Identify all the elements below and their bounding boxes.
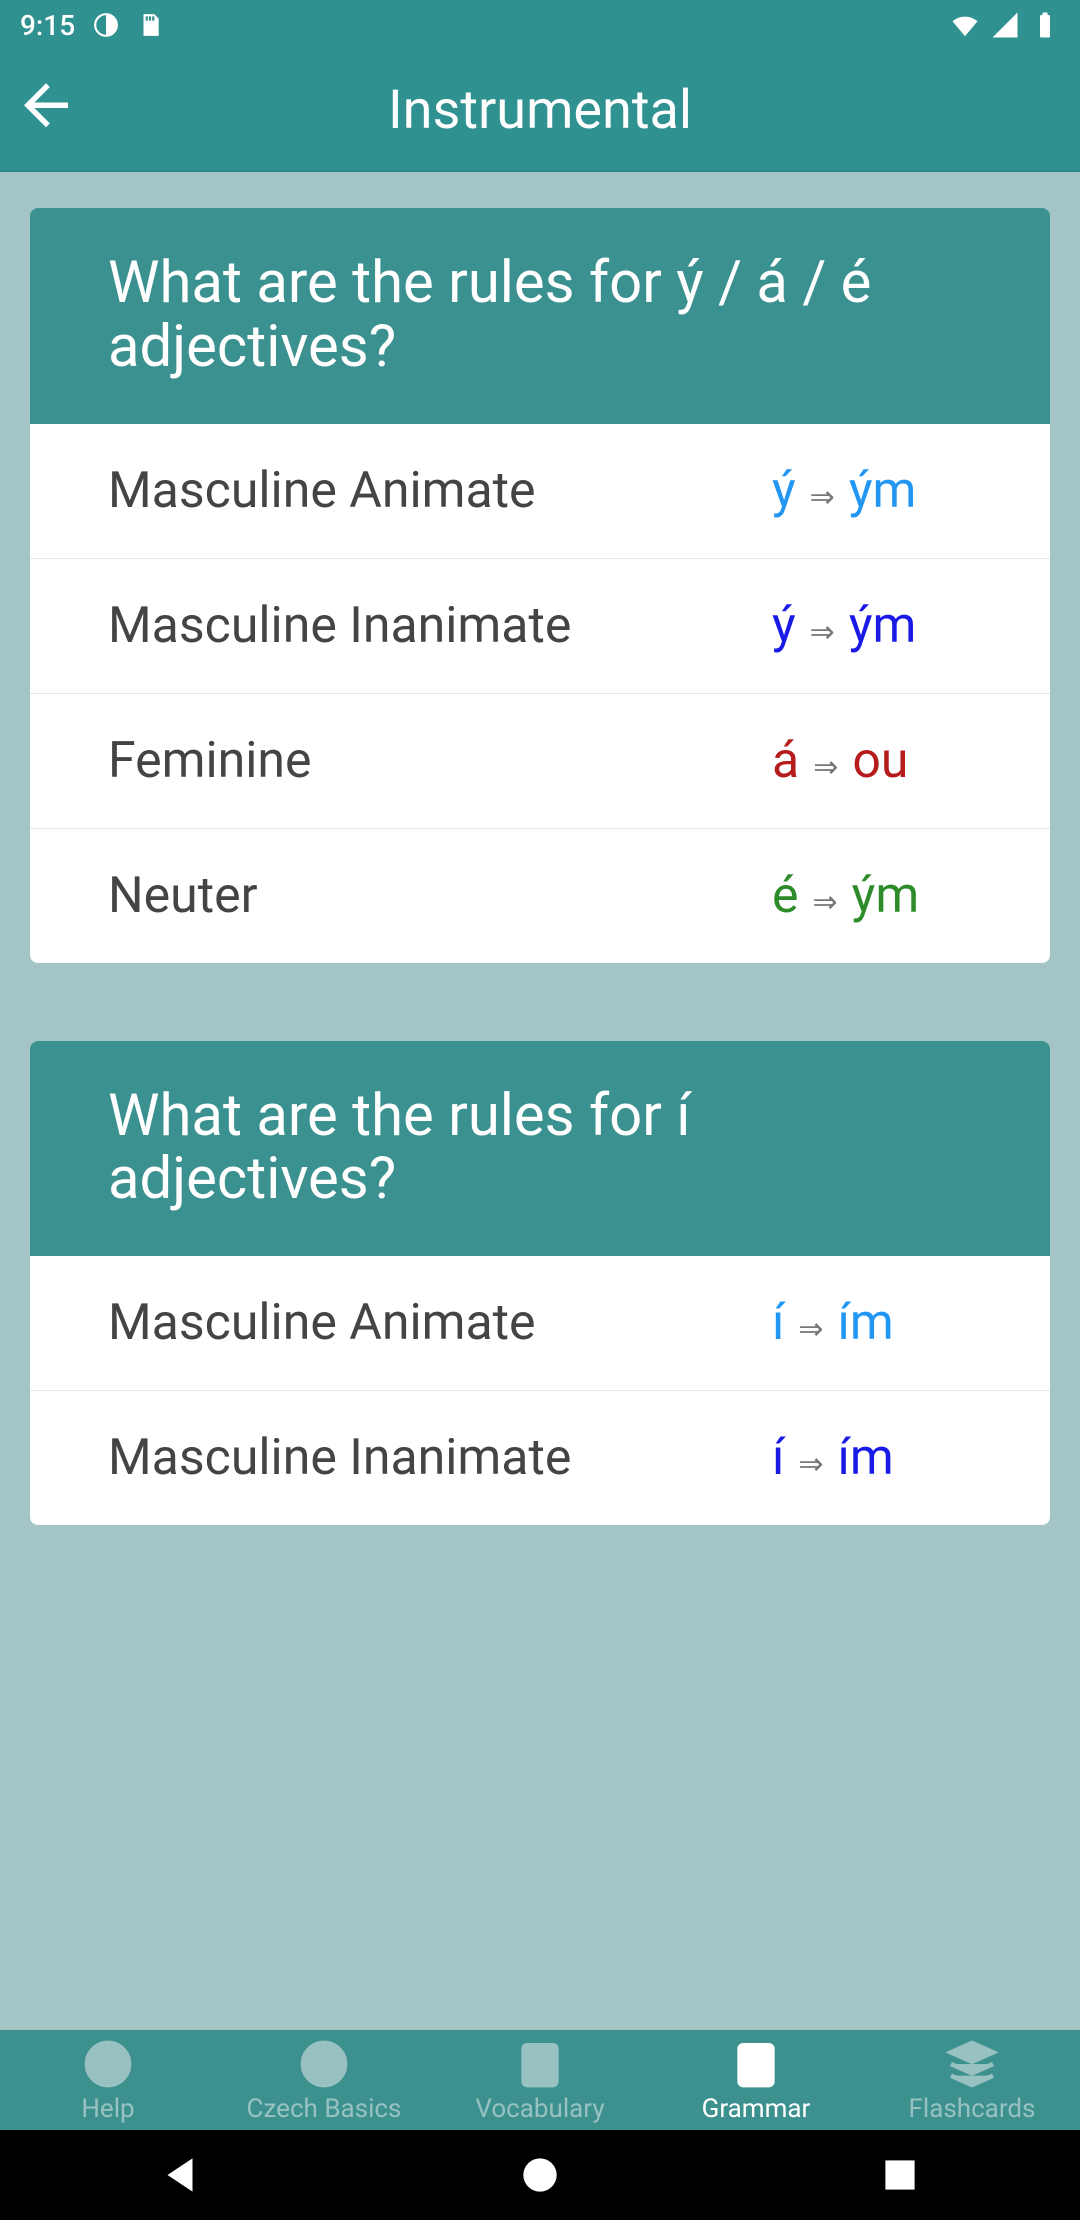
- nav-back-button[interactable]: [155, 2150, 205, 2200]
- bottom-tab-bar: Help Czech Basics ABC Vocabulary ABC Grammar F…: [0, 2030, 1080, 2130]
- tab-grammar[interactable]: ABC Grammar: [648, 2030, 864, 2130]
- row-transformation: í ⇒ ím: [772, 1294, 972, 1352]
- tab-help[interactable]: Help: [0, 2030, 216, 2130]
- vocabulary-icon: ABC: [512, 2036, 568, 2092]
- trans-from: í: [772, 1429, 784, 1487]
- tab-basics[interactable]: Czech Basics: [216, 2030, 432, 2130]
- trans-from: ý: [772, 597, 796, 655]
- arrow-right-icon: ⇒: [813, 885, 838, 920]
- row-label: Feminine: [108, 732, 772, 790]
- grammar-card: What are the rules for ý / á / é adjecti…: [30, 208, 1050, 963]
- row-transformation: ý ⇒ ým: [772, 597, 972, 655]
- nav-recents-button[interactable]: [875, 2150, 925, 2200]
- status-bar: 9:15: [0, 0, 1080, 50]
- basics-icon: [296, 2036, 352, 2092]
- grammar-row[interactable]: Masculine Animateý ⇒ ým: [30, 424, 1050, 559]
- content-scroll[interactable]: What are the rules for ý / á / é adjecti…: [0, 172, 1080, 2030]
- grammar-row[interactable]: Feminineá ⇒ ou: [30, 694, 1050, 829]
- sd-card-icon: [137, 12, 163, 38]
- status-right: [950, 10, 1060, 40]
- battery-icon: [1030, 10, 1060, 40]
- trans-to: ím: [838, 1294, 894, 1352]
- trans-to: ou: [852, 732, 908, 790]
- arrow-right-icon: ⇒: [813, 750, 838, 785]
- trans-from: ý: [772, 462, 796, 520]
- trans-from: á: [772, 732, 799, 790]
- grammar-row[interactable]: Masculine Inanimateí ⇒ ím: [30, 1391, 1050, 1525]
- trans-to: ým: [852, 867, 920, 925]
- row-transformation: ý ⇒ ým: [772, 462, 972, 520]
- back-button[interactable]: [6, 65, 86, 145]
- square-recents-icon: [875, 2150, 925, 2200]
- arrow-right-icon: ⇒: [798, 1312, 823, 1347]
- tab-label: Flashcards: [909, 2094, 1036, 2124]
- card-header: What are the rules for í adjectives?: [30, 1041, 1050, 1257]
- tab-label: Vocabulary: [475, 2094, 604, 2124]
- row-label: Masculine Inanimate: [108, 1429, 772, 1487]
- flashcards-icon: [944, 2036, 1000, 2092]
- grammar-row[interactable]: Masculine Animateí ⇒ ím: [30, 1256, 1050, 1391]
- svg-text:ABC: ABC: [527, 2059, 554, 2075]
- arrow-right-icon: ⇒: [810, 480, 835, 515]
- row-label: Neuter: [108, 867, 772, 925]
- triangle-back-icon: [155, 2150, 205, 2200]
- help-icon: [80, 2036, 136, 2092]
- row-label: Masculine Animate: [108, 1294, 772, 1352]
- signal-icon: [990, 10, 1020, 40]
- trans-from: í: [772, 1294, 784, 1352]
- grammar-row[interactable]: Neuteré ⇒ ým: [30, 829, 1050, 963]
- arrow-left-icon: [13, 72, 79, 138]
- card-header: What are the rules for ý / á / é adjecti…: [30, 208, 1050, 424]
- app-bar: Instrumental: [0, 50, 1080, 172]
- trans-to: ým: [849, 462, 917, 520]
- row-transformation: í ⇒ ím: [772, 1429, 972, 1487]
- theme-icon: [93, 12, 119, 38]
- wifi-icon: [950, 10, 980, 40]
- row-label: Masculine Inanimate: [108, 597, 772, 655]
- tab-label: Help: [81, 2094, 134, 2124]
- system-nav-bar: [0, 2130, 1080, 2220]
- arrow-right-icon: ⇒: [798, 1447, 823, 1482]
- row-transformation: é ⇒ ým: [772, 867, 972, 925]
- grammar-card: What are the rules for í adjectives?Masc…: [30, 1041, 1050, 1526]
- grammar-icon: ABC: [728, 2036, 784, 2092]
- status-time: 9:15: [20, 9, 75, 42]
- trans-to: ým: [849, 597, 917, 655]
- trans-from: é: [772, 867, 799, 925]
- arrow-right-icon: ⇒: [810, 615, 835, 650]
- grammar-row[interactable]: Masculine Inanimateý ⇒ ým: [30, 559, 1050, 694]
- svg-text:ABC: ABC: [743, 2059, 770, 2075]
- row-transformation: á ⇒ ou: [772, 732, 972, 790]
- tab-flashcards[interactable]: Flashcards: [864, 2030, 1080, 2130]
- tab-label: Czech Basics: [247, 2094, 402, 2124]
- row-label: Masculine Animate: [108, 462, 772, 520]
- trans-to: ím: [838, 1429, 894, 1487]
- tab-label: Grammar: [702, 2094, 811, 2124]
- tab-vocabulary[interactable]: ABC Vocabulary: [432, 2030, 648, 2130]
- circle-home-icon: [515, 2150, 565, 2200]
- status-left: 9:15: [20, 9, 163, 42]
- page-title: Instrumental: [0, 79, 1080, 142]
- nav-home-button[interactable]: [515, 2150, 565, 2200]
